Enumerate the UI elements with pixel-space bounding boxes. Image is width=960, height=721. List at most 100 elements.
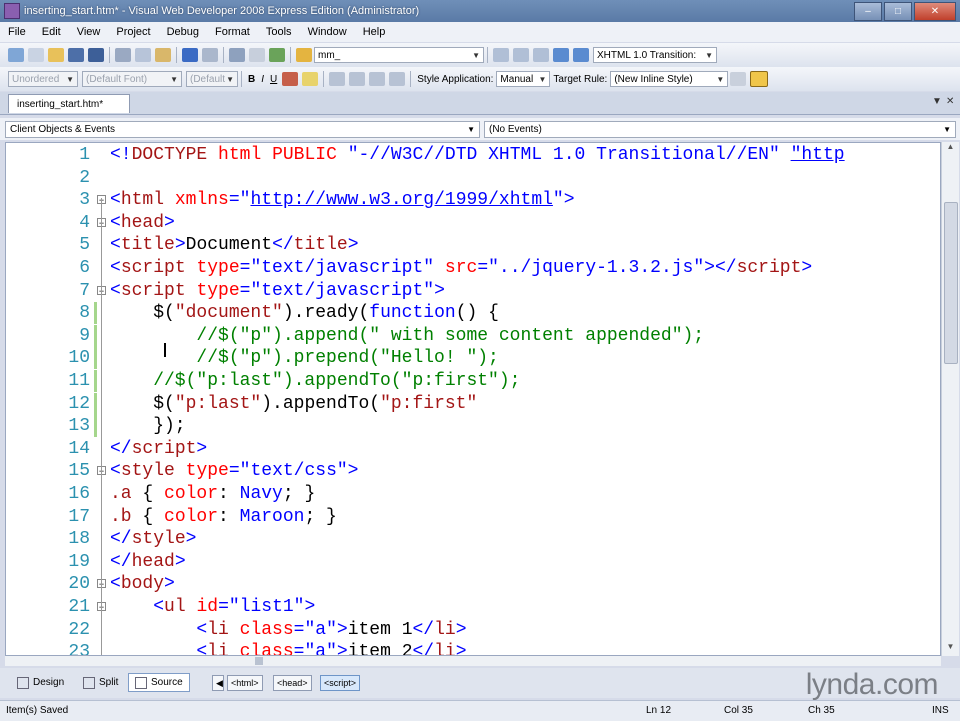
uncomment-icon[interactable] bbox=[533, 48, 549, 62]
code-line[interactable]: 7−<script type="text/javascript"> bbox=[6, 280, 940, 302]
save-all-icon[interactable] bbox=[88, 48, 104, 62]
breadcrumb-back-icon[interactable]: ◀ bbox=[212, 675, 224, 691]
copy-icon[interactable] bbox=[135, 48, 151, 62]
fore-color-icon[interactable] bbox=[282, 72, 299, 86]
indent-icon[interactable] bbox=[389, 72, 406, 86]
code-line[interactable]: 19 </head> bbox=[6, 551, 940, 573]
tab-list-icon[interactable]: ▼ bbox=[932, 96, 942, 107]
open-file-icon[interactable] bbox=[48, 48, 64, 62]
size-combo[interactable]: (Default ▼ bbox=[186, 71, 238, 87]
breadcrumb-script[interactable]: <script> bbox=[320, 675, 361, 691]
start-debug-icon[interactable] bbox=[249, 48, 265, 62]
add-item-icon[interactable] bbox=[28, 48, 44, 62]
paste-icon[interactable] bbox=[155, 48, 171, 62]
design-view-button[interactable]: Design bbox=[10, 673, 71, 692]
code-token: http://www.w3.org/1999/xhtml bbox=[250, 190, 553, 211]
apply-style-icon[interactable] bbox=[730, 72, 747, 86]
style-application-combo[interactable]: Manual ▼ bbox=[496, 71, 551, 87]
code-line[interactable]: 5 <title>Document</title> bbox=[6, 234, 940, 256]
new-project-icon[interactable] bbox=[8, 48, 24, 62]
code-line[interactable]: 22 <li class="a">item 1</li> bbox=[6, 619, 940, 641]
view-in-browser-icon[interactable] bbox=[269, 48, 285, 62]
validation-icon[interactable] bbox=[553, 48, 569, 62]
split-view-button[interactable]: Split bbox=[76, 673, 125, 692]
code-line[interactable]: 12 $("p:last").appendTo("p:first" bbox=[6, 392, 940, 415]
menu-window[interactable]: Window bbox=[300, 26, 355, 38]
code-line[interactable]: 23 <li class="a">item 2</li> bbox=[6, 641, 940, 656]
code-line[interactable]: 17 .b { color: Maroon; } bbox=[6, 506, 940, 528]
code-line[interactable]: 18 </style> bbox=[6, 528, 940, 550]
show-overlay-icon[interactable] bbox=[750, 71, 769, 87]
align-left-icon[interactable] bbox=[329, 72, 346, 86]
font-combo[interactable]: (Default Font) ▼ bbox=[82, 71, 182, 87]
code-token: > bbox=[196, 438, 208, 459]
block-format-combo[interactable]: Unordered ▼ bbox=[8, 71, 78, 87]
horizontal-scroll-thumb[interactable] bbox=[255, 657, 263, 665]
code-line[interactable]: 4−<head> bbox=[6, 212, 940, 234]
code-line[interactable]: 14 </script> bbox=[6, 438, 940, 460]
code-line[interactable]: 21− <ul id="list1"> bbox=[6, 596, 940, 618]
code-line[interactable]: 6 <script type="text/javascript" src="../… bbox=[6, 257, 940, 279]
code-line[interactable]: 13 }); bbox=[6, 415, 940, 438]
code-token: < bbox=[196, 642, 208, 656]
menu-debug[interactable]: Debug bbox=[159, 26, 207, 38]
code-line[interactable]: 3−<html xmlns="http://www.w3.org/1999/xh… bbox=[6, 189, 940, 211]
code-line[interactable]: 10 //$("p").prepend("Hello! "); bbox=[6, 347, 940, 370]
breadcrumb-head[interactable]: <head> bbox=[273, 675, 312, 691]
code-line[interactable]: 2 bbox=[6, 167, 940, 189]
vertical-scrollbar[interactable]: ▲ ▼ bbox=[941, 142, 959, 656]
menu-help[interactable]: Help bbox=[355, 26, 394, 38]
back-color-icon[interactable] bbox=[302, 72, 319, 86]
save-icon[interactable] bbox=[68, 48, 84, 62]
minimize-button[interactable]: – bbox=[854, 2, 882, 21]
target-rule-combo[interactable]: (New Inline Style) ▼ bbox=[610, 71, 729, 87]
menu-project[interactable]: Project bbox=[108, 26, 158, 38]
code-line[interactable]: 11 //$("p:last").appendTo("p:first"); bbox=[6, 370, 940, 392]
code-line[interactable]: 20−<body> bbox=[6, 573, 940, 595]
bulleted-list-icon[interactable] bbox=[349, 72, 366, 86]
maximize-button[interactable]: □ bbox=[884, 2, 912, 21]
scroll-up-icon[interactable]: ▲ bbox=[942, 142, 959, 156]
menu-view[interactable]: View bbox=[69, 26, 109, 38]
code-token: { bbox=[131, 484, 165, 504]
menu-file[interactable]: File bbox=[0, 26, 34, 38]
format-document-icon[interactable] bbox=[493, 48, 509, 62]
code-token: =" bbox=[228, 190, 251, 211]
code-text: <style type="text/css"> bbox=[110, 460, 358, 482]
breadcrumb-html[interactable]: <html> bbox=[227, 675, 263, 691]
code-editor[interactable]: 1 <!DOCTYPE html PUBLIC "-//W3C//DTD XHTM… bbox=[5, 142, 941, 656]
undo-icon[interactable] bbox=[182, 48, 198, 62]
navigate-icon[interactable] bbox=[229, 48, 245, 62]
cut-icon[interactable] bbox=[115, 48, 131, 62]
code-token: color bbox=[164, 484, 219, 504]
document-tab[interactable]: inserting_start.htm* bbox=[8, 94, 130, 113]
code-line[interactable]: 15−<style type="text/css"> bbox=[6, 460, 940, 482]
find-combo[interactable]: mm_ ▼ bbox=[314, 47, 484, 63]
menu-tools[interactable]: Tools bbox=[258, 26, 300, 38]
scroll-down-icon[interactable]: ▼ bbox=[942, 642, 959, 656]
change-marker bbox=[94, 506, 97, 528]
scroll-thumb[interactable] bbox=[944, 202, 958, 364]
source-view-button[interactable]: Source bbox=[128, 673, 190, 692]
redo-icon[interactable] bbox=[202, 48, 218, 62]
comment-icon[interactable] bbox=[513, 48, 529, 62]
menu-edit[interactable]: Edit bbox=[34, 26, 69, 38]
bold-button[interactable]: B bbox=[248, 74, 255, 85]
italic-button[interactable]: I bbox=[261, 74, 264, 85]
code-line[interactable]: 8 $("document").ready(function() { bbox=[6, 302, 940, 325]
events-dropdown[interactable]: (No Events) ▼ bbox=[484, 121, 956, 138]
check-page-icon[interactable] bbox=[573, 48, 589, 62]
close-tab-icon[interactable]: ✕ bbox=[946, 96, 954, 107]
find-icon[interactable] bbox=[296, 48, 312, 62]
doctype-combo[interactable]: XHTML 1.0 Transition: ▼ bbox=[593, 47, 717, 63]
client-objects-dropdown[interactable]: Client Objects & Events ▼ bbox=[5, 121, 480, 138]
horizontal-scrollbar[interactable] bbox=[5, 656, 941, 666]
underline-button[interactable]: U bbox=[270, 74, 277, 85]
code-line[interactable]: 16 .a { color: Navy; } bbox=[6, 483, 940, 505]
numbered-list-icon[interactable] bbox=[369, 72, 386, 86]
code-line[interactable]: 9 //$("p").append(" with some content ap… bbox=[6, 324, 940, 347]
code-token: "http bbox=[790, 145, 845, 165]
menu-format[interactable]: Format bbox=[207, 26, 258, 38]
close-button[interactable]: ✕ bbox=[914, 2, 956, 21]
code-line[interactable]: 1 <!DOCTYPE html PUBLIC "-//W3C//DTD XHTM… bbox=[6, 144, 940, 166]
